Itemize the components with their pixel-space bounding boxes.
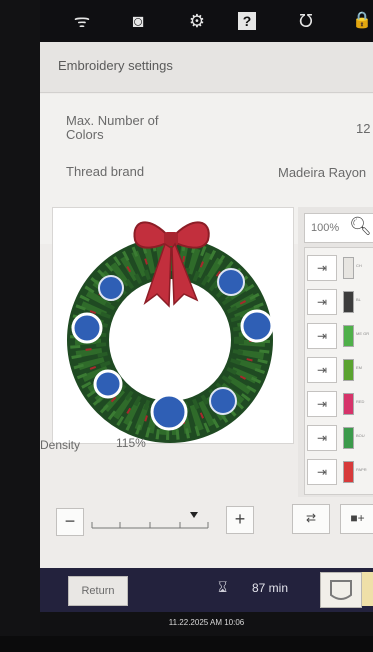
- thread-brand-value[interactable]: Madeira Rayon: [278, 165, 366, 180]
- wreath-image: [67, 221, 274, 443]
- hourglass-icon: ⌛︎: [218, 579, 228, 596]
- machine-icon[interactable]: ᘮ: [294, 10, 318, 32]
- lock-icon[interactable]: 🔒: [350, 10, 373, 32]
- machine-screen: ᯤ ◙ ⚙ ? ᘮ 🔒 Embroidery settings Max. Num…: [0, 0, 373, 652]
- clock: 11.22.2025 AM 10:06: [40, 612, 373, 636]
- wifi-icon[interactable]: ᯤ: [70, 10, 94, 32]
- status-bar: ᯤ ◙ ⚙ ? ᘮ 🔒: [40, 0, 373, 42]
- density-slider[interactable]: [90, 508, 210, 534]
- stitch-time: 87 min: [252, 581, 289, 595]
- zoom-level: 100%: [311, 222, 340, 234]
- color-sequence-column: 100% 🔍︎ ⇥ CH ⇥ BL ⇥ ME GR ⇥ EM ⇥ RED ⇥ B…: [298, 207, 373, 497]
- slider-marker: [190, 512, 198, 518]
- max-colors-label: Max. Number of Colors: [66, 113, 159, 142]
- max-colors-value[interactable]: 12: [356, 121, 370, 136]
- color-swatch: [343, 393, 354, 415]
- density-value: 115%: [116, 436, 146, 450]
- needle-icon[interactable]: ⇥: [307, 459, 337, 485]
- return-button[interactable]: Return: [68, 576, 128, 606]
- color-list-item[interactable]: ⇥ CH: [305, 252, 373, 282]
- embroidery-preview[interactable]: [52, 207, 294, 444]
- color-swatch: [343, 325, 354, 347]
- needle-icon[interactable]: ⇥: [307, 357, 337, 383]
- title-bar: Embroidery settings: [40, 42, 373, 93]
- color-list-item[interactable]: ⇥ ME GR: [305, 320, 373, 350]
- needle-icon[interactable]: ⇥: [307, 289, 337, 315]
- hoop-alt-button[interactable]: [362, 572, 373, 606]
- gear-icon[interactable]: ⚙: [185, 10, 209, 32]
- hoop-button[interactable]: [320, 572, 362, 608]
- page-title: Embroidery settings: [58, 58, 173, 73]
- density-plus-button[interactable]: +: [226, 506, 254, 534]
- color-swatch: [343, 291, 354, 313]
- camera-icon[interactable]: ◙: [126, 10, 150, 32]
- color-swatch: [343, 427, 354, 449]
- color-list[interactable]: ⇥ CH ⇥ BL ⇥ ME GR ⇥ EM ⇥ RED ⇥ BOU ⇥ PAP…: [304, 247, 373, 495]
- color-add-button[interactable]: ■+: [340, 504, 373, 534]
- needle-icon[interactable]: ⇥: [307, 391, 337, 417]
- screen-bezel-bottom: [0, 636, 373, 652]
- density-label: Density: [40, 438, 81, 452]
- needle-icon[interactable]: ⇥: [307, 323, 337, 349]
- color-swatch: [343, 461, 354, 483]
- zoom-control[interactable]: 100% 🔍︎: [304, 213, 373, 243]
- help-icon[interactable]: ?: [238, 12, 256, 30]
- color-list-item[interactable]: ⇥ BOU: [305, 422, 373, 452]
- needle-icon[interactable]: ⇥: [307, 255, 337, 281]
- hoop-icon: [330, 580, 352, 600]
- color-swatch: [343, 257, 354, 279]
- needle-swap-button[interactable]: ⇄: [292, 504, 330, 534]
- color-list-item[interactable]: ⇥ RED: [305, 388, 373, 418]
- needle-icon[interactable]: ⇥: [307, 425, 337, 451]
- color-list-item[interactable]: ⇥ EM: [305, 354, 373, 384]
- color-list-item[interactable]: ⇥ BL: [305, 286, 373, 316]
- magnifier-icon: 🔍︎: [349, 216, 372, 236]
- color-list-item[interactable]: ⇥ PAPR: [305, 456, 373, 486]
- embroidery-settings-panel: Embroidery settings Max. Number of Color…: [40, 42, 373, 568]
- bottom-bar: Return ⌛︎ 87 min: [40, 568, 373, 612]
- color-swatch: [343, 359, 354, 381]
- density-minus-button[interactable]: −: [56, 508, 84, 536]
- thread-brand-label: Thread brand: [66, 164, 145, 179]
- screen-bezel: [0, 0, 40, 652]
